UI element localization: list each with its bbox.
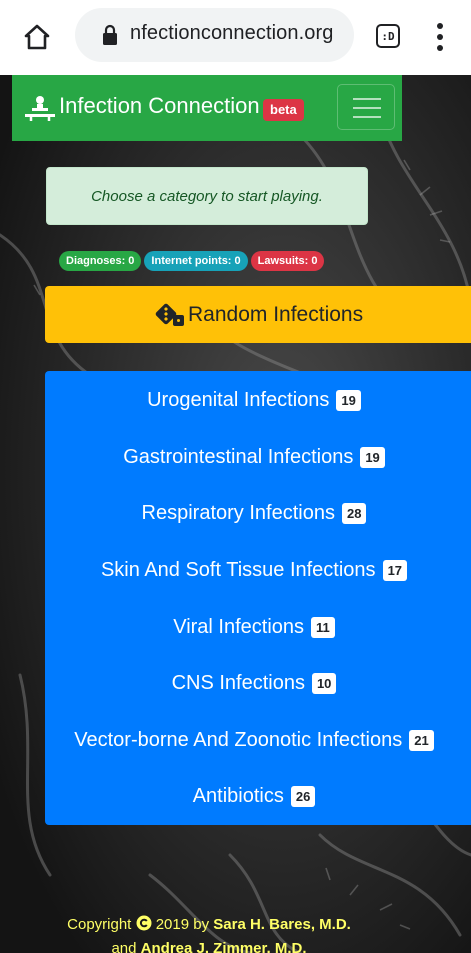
address-bar[interactable]: nfectionconnection.org xyxy=(75,8,354,62)
category-count-badge: 17 xyxy=(382,559,408,581)
footer-copyright: Copyright 2019 by Sara H. Bares, M.D. an… xyxy=(0,913,418,953)
instruction-alert: Choose a category to start playing. xyxy=(46,167,368,225)
more-menu-icon[interactable] xyxy=(430,22,450,52)
random-infections-button[interactable]: Random Infections xyxy=(45,286,471,343)
category-count-badge: 21 xyxy=(409,729,434,751)
author-link[interactable]: Andrea J. Zimmer, M.D. xyxy=(141,940,307,953)
category-count-badge: 19 xyxy=(336,389,361,411)
navbar: Infection Connection beta xyxy=(12,75,402,141)
tabs-button[interactable]: :D xyxy=(376,24,400,48)
internet-points-badge: Internet points: 0 xyxy=(144,251,248,271)
category-skin-soft-tissue[interactable]: Skin And Soft Tissue Infections 17 xyxy=(45,550,463,590)
diagnoses-badge: Diagnoses: 0 xyxy=(59,251,142,271)
category-cns[interactable]: CNS Infections 10 xyxy=(45,663,463,703)
score-badges: Diagnoses: 0 Internet points: 0 Lawsuits: 0 xyxy=(59,251,325,271)
navbar-toggle-button[interactable] xyxy=(337,84,395,130)
category-antibiotics[interactable]: Antibiotics 26 xyxy=(45,776,463,816)
beta-badge: beta xyxy=(263,99,304,121)
category-vector-borne-zoonotic[interactable]: Vector-borne And Zoonotic Infections 21 xyxy=(45,720,463,760)
category-respiratory[interactable]: Respiratory Infections 28 xyxy=(45,493,463,533)
lawsuits-badge: Lawsuits: 0 xyxy=(250,251,325,271)
category-gastrointestinal[interactable]: Gastrointestinal Infections 19 xyxy=(45,437,463,477)
category-count-badge: 28 xyxy=(341,502,367,524)
category-count-badge: 11 xyxy=(311,616,335,638)
brand-title[interactable]: Infection Connection xyxy=(59,93,260,119)
browser-toolbar: nfectionconnection.org :D xyxy=(0,0,471,75)
medical-examination-icon[interactable] xyxy=(23,96,57,122)
category-viral[interactable]: Viral Infections 11 xyxy=(45,607,463,647)
random-infections-label: Random Infections xyxy=(188,302,364,326)
category-count-badge: 26 xyxy=(290,785,316,807)
lock-icon xyxy=(103,24,117,45)
url-text: nfectionconnection.org xyxy=(130,22,334,44)
page-content: Infection Connection beta Choose a categ… xyxy=(0,75,471,953)
hamburger-icon xyxy=(353,98,381,100)
alert-message: Choose a category to start playing. xyxy=(91,187,323,205)
category-count-badge: 19 xyxy=(360,446,385,468)
dice-icon xyxy=(155,303,184,326)
category-urogenital[interactable]: Urogenital Infections 19 xyxy=(45,380,463,420)
home-icon[interactable] xyxy=(22,22,52,52)
copyright-icon xyxy=(136,915,152,931)
author-link[interactable]: Sara H. Bares, M.D. xyxy=(213,916,351,933)
category-list: Urogenital Infections 19 Gastrointestina… xyxy=(45,371,471,825)
category-count-badge: 10 xyxy=(311,672,337,694)
